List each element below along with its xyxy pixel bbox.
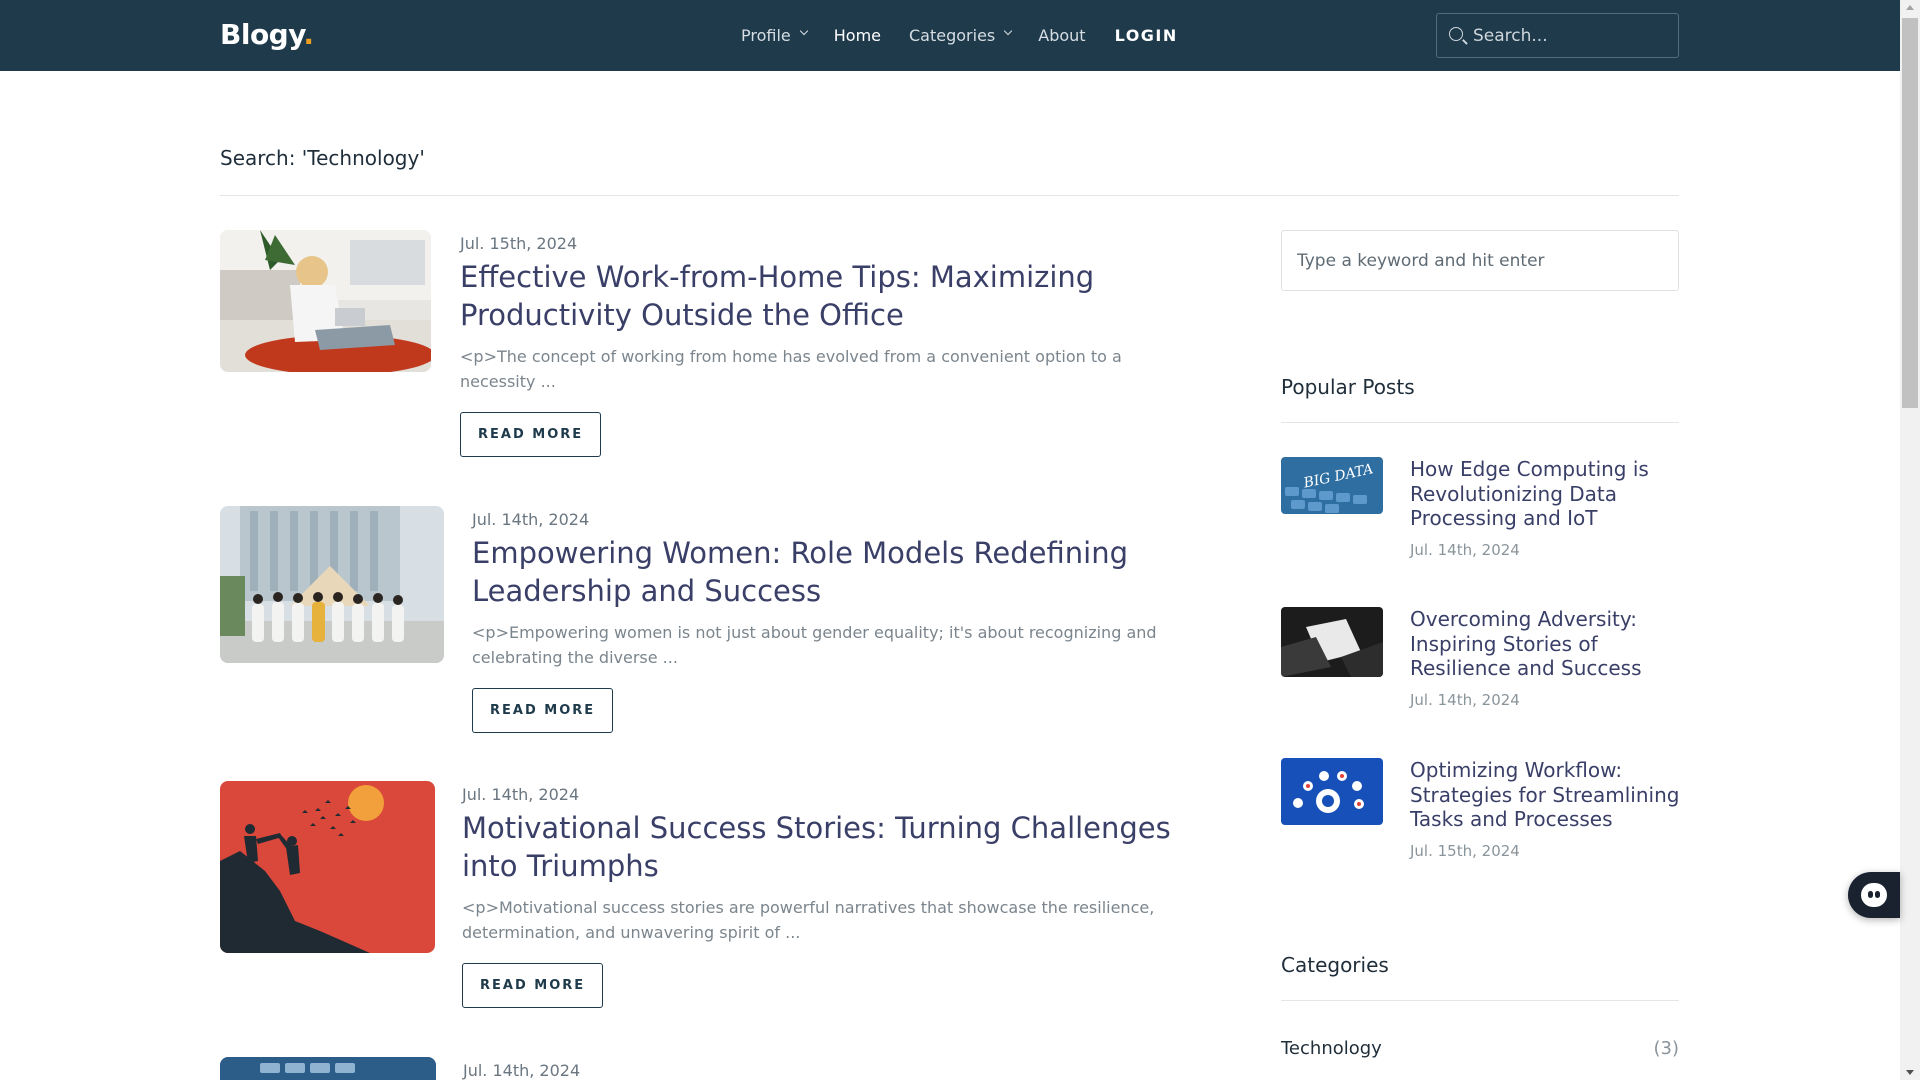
post-thumbnail[interactable] [220,781,435,953]
top-navbar: Blogy. Profile Home Categories About LOG… [0,0,1900,71]
popular-post-title[interactable]: Overcoming Adversity: Inspiring Stories … [1410,607,1685,681]
post-title[interactable]: Empowering Women: Role Models Redefining… [472,534,1192,610]
popular-post-item[interactable]: Overcoming Adversity: Inspiring Stories … [1281,607,1679,717]
post-excerpt: <p>The concept of working from home has … [460,347,1122,391]
main-nav: Profile Home Categories About LOGIN [741,0,1178,71]
search-icon [1449,26,1463,41]
sidebar-search-input[interactable] [1282,250,1678,271]
post-date: Jul. 15th, 2024 [460,234,578,253]
sidebar-search[interactable] [1281,230,1679,291]
post-excerpt: <p>Motivational success stories are powe… [462,898,1155,942]
categories-heading: Categories [1281,953,1389,977]
chevron-down-icon [1004,26,1013,35]
popular-posts-heading: Popular Posts [1281,375,1415,399]
scroll-down-arrow-icon[interactable] [1906,1070,1914,1075]
post-title[interactable]: Motivational Success Stories: Turning Ch… [462,809,1182,885]
category-name[interactable]: Technology [1281,1038,1382,1059]
popular-posts-divider [1281,422,1679,423]
read-more-button[interactable]: READ MORE [472,688,614,733]
popular-post-item[interactable]: BIG DATA How Edge Computing is Revolutio… [1281,457,1679,567]
heading-divider [220,195,1679,196]
read-more-button[interactable]: READ MORE [462,963,604,1008]
popular-post-date: Jul. 14th, 2024 [1410,691,1520,709]
header-search-input[interactable] [1473,25,1663,46]
post-thumbnail[interactable] [220,230,431,372]
popular-post-date: Jul. 14th, 2024 [1410,541,1520,559]
popular-post-title[interactable]: How Edge Computing is Revolutionizing Da… [1410,457,1685,531]
header-search[interactable] [1436,13,1679,58]
popular-post-item[interactable]: Optimizing Workflow: Strategies for Stre… [1281,758,1679,868]
post-date: Jul. 14th, 2024 [462,785,580,804]
popular-post-title[interactable]: Optimizing Workflow: Strategies for Stre… [1410,758,1685,832]
post-card: Jul. 14th, 2024 [220,1057,1180,1080]
post-card: Jul. 15th, 2024 Effective Work-from-Home… [220,230,1180,470]
post-thumbnail[interactable] [220,506,444,663]
popular-post-thumbnail[interactable] [1281,607,1383,677]
post-excerpt: <p>Empowering women is not just about ge… [472,623,1157,667]
scroll-up-arrow-icon[interactable] [1906,5,1914,10]
popular-post-thumbnail[interactable]: BIG DATA [1281,457,1383,514]
search-results-heading: Search: 'Technology' [220,146,425,170]
chevron-down-icon [799,26,808,35]
category-item[interactable]: Technology (3) [1281,1038,1679,1059]
chat-widget-button[interactable] [1848,872,1900,918]
scrollbar-thumb[interactable] [1902,18,1918,408]
nav-about[interactable]: About [1038,26,1085,45]
category-count: (3) [1653,1038,1680,1059]
read-more-button[interactable]: READ MORE [460,412,602,457]
post-title[interactable]: Effective Work-from-Home Tips: Maximizin… [460,258,1180,334]
popular-post-thumbnail[interactable] [1281,758,1383,825]
post-thumbnail[interactable] [220,1057,436,1080]
bot-face-icon [1861,883,1887,907]
post-card: Jul. 14th, 2024 Empowering Women: Role M… [220,506,1180,746]
nav-home[interactable]: Home [834,26,881,45]
nav-profile[interactable]: Profile [741,26,808,45]
popular-post-date: Jul. 15th, 2024 [1410,842,1520,860]
page-scrollbar[interactable] [1900,0,1920,1080]
nav-categories[interactable]: Categories [909,26,1013,45]
nav-login[interactable]: LOGIN [1115,26,1178,45]
post-date: Jul. 14th, 2024 [472,510,590,529]
categories-divider [1281,1000,1679,1001]
site-logo[interactable]: Blogy. [220,18,314,51]
post-card: Jul. 14th, 2024 Motivational Success Sto… [220,781,1180,1021]
post-date: Jul. 14th, 2024 [463,1061,581,1080]
